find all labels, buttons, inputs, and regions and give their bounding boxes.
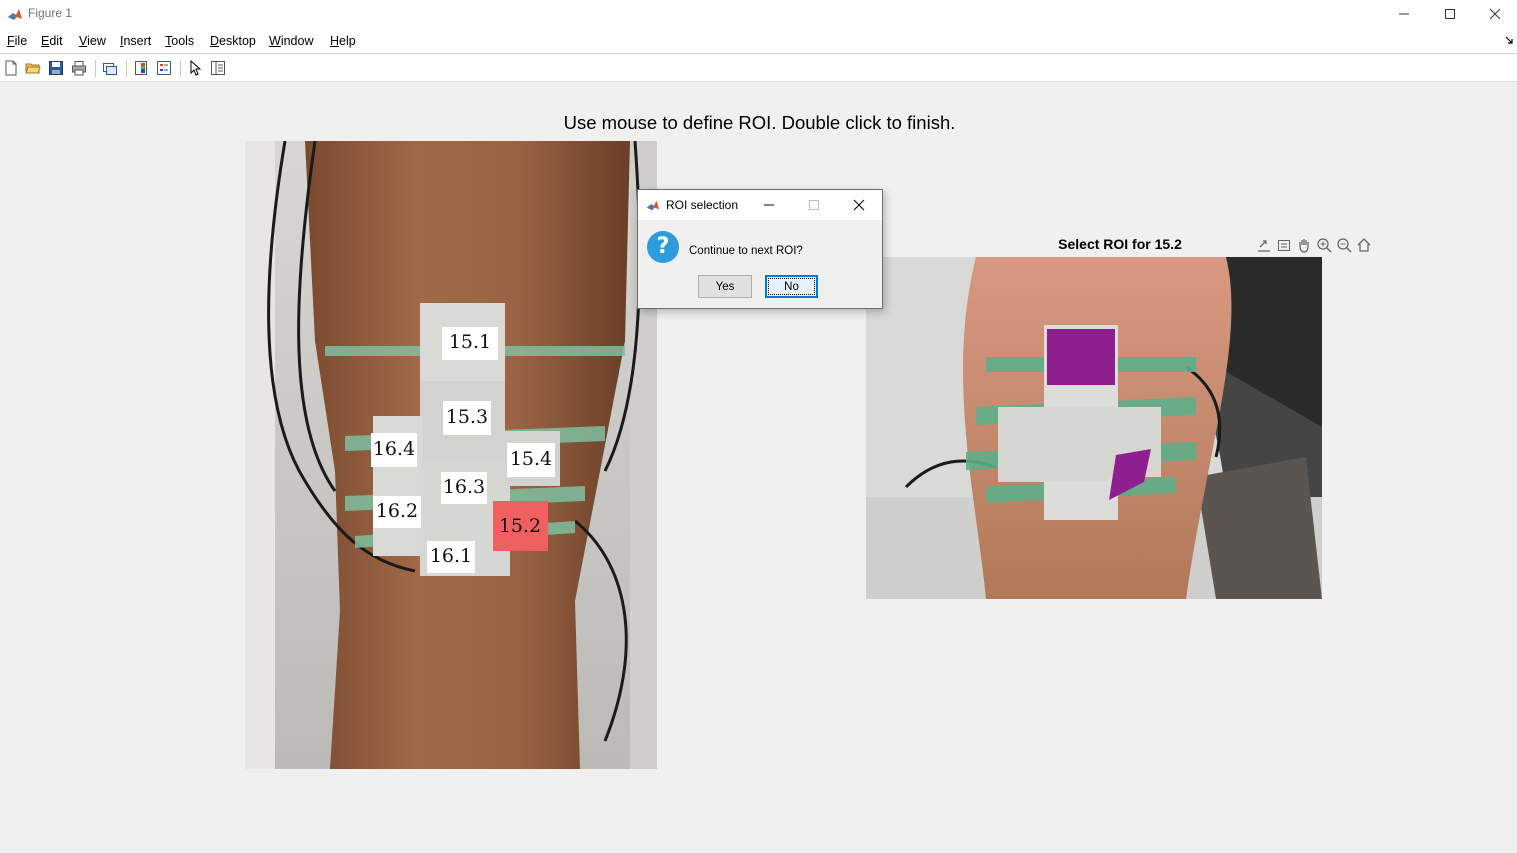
property-inspector-icon bbox=[211, 61, 225, 75]
pan-button[interactable] bbox=[1295, 236, 1313, 254]
toolbar-separator bbox=[180, 60, 181, 77]
yes-button[interactable]: Yes bbox=[698, 275, 752, 298]
new-figure-icon bbox=[5, 60, 17, 76]
zoom-out-icon bbox=[1337, 238, 1352, 253]
electrode-label: 15.3 bbox=[443, 401, 491, 435]
no-button[interactable]: No bbox=[765, 275, 818, 298]
zoom-in-button[interactable] bbox=[1315, 236, 1333, 254]
maximize-button[interactable] bbox=[1427, 0, 1473, 28]
electrode-label-highlighted: 15.2 bbox=[498, 515, 542, 537]
axes-toolbar bbox=[1255, 236, 1373, 256]
print-icon bbox=[72, 61, 86, 76]
new-figure-button[interactable] bbox=[2, 59, 20, 77]
close-icon bbox=[853, 199, 865, 211]
zoom-out-button[interactable] bbox=[1335, 236, 1353, 254]
zoom-in-icon bbox=[1317, 238, 1332, 253]
colorbar-button[interactable] bbox=[132, 59, 150, 77]
electrode-label: 15.1 bbox=[442, 327, 498, 360]
electrode-label: 16.1 bbox=[427, 541, 475, 573]
pan-icon bbox=[1299, 239, 1309, 253]
edit-plot-button[interactable] bbox=[186, 59, 204, 77]
knee-photo-left bbox=[245, 141, 657, 769]
minimize-icon bbox=[1399, 13, 1409, 15]
figure-main-title-text: Use mouse to define ROI. Double click to… bbox=[563, 112, 956, 133]
menu-tools[interactable]: Tools bbox=[165, 34, 194, 48]
matlab-logo-icon bbox=[7, 6, 23, 22]
matlab-logo-icon bbox=[646, 200, 660, 211]
toolbar-separator bbox=[95, 60, 96, 77]
figure-toolbar bbox=[0, 55, 1517, 82]
open-file-button[interactable] bbox=[24, 59, 42, 77]
maximize-icon bbox=[809, 200, 819, 210]
home-button[interactable] bbox=[1355, 236, 1373, 254]
colorbar-icon bbox=[135, 61, 147, 75]
axes-title: Select ROI for 15.2 bbox=[1058, 236, 1182, 252]
legend-button[interactable] bbox=[155, 59, 173, 77]
figure-main-title: Use mouse to define ROI. Double click to… bbox=[0, 112, 1517, 134]
dialog-titlebar: ROI selection bbox=[638, 190, 882, 220]
dialog-close-button[interactable] bbox=[849, 196, 869, 214]
menu-window[interactable]: Window bbox=[269, 34, 313, 48]
minimize-button[interactable] bbox=[1381, 0, 1427, 28]
close-button[interactable] bbox=[1472, 0, 1517, 28]
dialog-title: ROI selection bbox=[666, 198, 739, 212]
legend-icon bbox=[157, 61, 171, 75]
save-icon bbox=[49, 61, 63, 75]
brush-icon bbox=[1278, 240, 1290, 251]
menu-view[interactable]: View bbox=[79, 34, 106, 48]
maximize-icon bbox=[1445, 9, 1455, 19]
electrode-label: 16.4 bbox=[371, 433, 417, 467]
dialog-message: Continue to next ROI? bbox=[689, 245, 803, 257]
link-plot-icon bbox=[103, 63, 117, 75]
electrode-label: 16.3 bbox=[441, 472, 487, 504]
minimize-icon bbox=[764, 204, 774, 206]
export-icon bbox=[1258, 240, 1270, 252]
roi-selection-dialog: ROI selection ? Continue to next ROI? Ye… bbox=[637, 189, 883, 309]
edit-plot-arrow-icon bbox=[190, 60, 202, 76]
toolbar-separator bbox=[126, 60, 127, 77]
question-icon: ? bbox=[647, 231, 679, 263]
menu-bar: File Edit View Insert Tools Desktop Wind… bbox=[0, 28, 1517, 54]
menu-desktop[interactable]: Desktop bbox=[210, 34, 256, 48]
print-button[interactable] bbox=[70, 59, 88, 77]
dialog-minimize-button[interactable] bbox=[759, 196, 779, 214]
window-titlebar: Figure 1 bbox=[0, 0, 1517, 28]
close-icon bbox=[1489, 8, 1501, 20]
left-photo-axes[interactable]: 15.1 15.3 16.4 15.4 16.3 16.2 15.2 16.1 bbox=[245, 141, 657, 769]
electrode-label: 16.2 bbox=[373, 496, 421, 528]
home-icon bbox=[1357, 238, 1371, 252]
dialog-maximize-button bbox=[804, 196, 824, 214]
link-plot-button[interactable] bbox=[101, 59, 119, 77]
menu-file[interactable]: File bbox=[7, 34, 27, 48]
dock-arrow-icon[interactable] bbox=[1505, 36, 1513, 44]
brush-button[interactable] bbox=[1275, 236, 1293, 254]
knee-photo-right bbox=[866, 257, 1322, 599]
property-inspector-button[interactable] bbox=[209, 59, 227, 77]
menu-edit[interactable]: Edit bbox=[41, 34, 63, 48]
electrode-label: 15.4 bbox=[507, 443, 555, 477]
menu-insert[interactable]: Insert bbox=[120, 34, 151, 48]
window-title: Figure 1 bbox=[28, 6, 73, 20]
save-button[interactable] bbox=[47, 59, 65, 77]
export-button[interactable] bbox=[1255, 236, 1273, 254]
right-photo-axes[interactable] bbox=[866, 257, 1322, 599]
menu-help[interactable]: Help bbox=[330, 34, 356, 48]
open-file-icon bbox=[25, 63, 41, 74]
